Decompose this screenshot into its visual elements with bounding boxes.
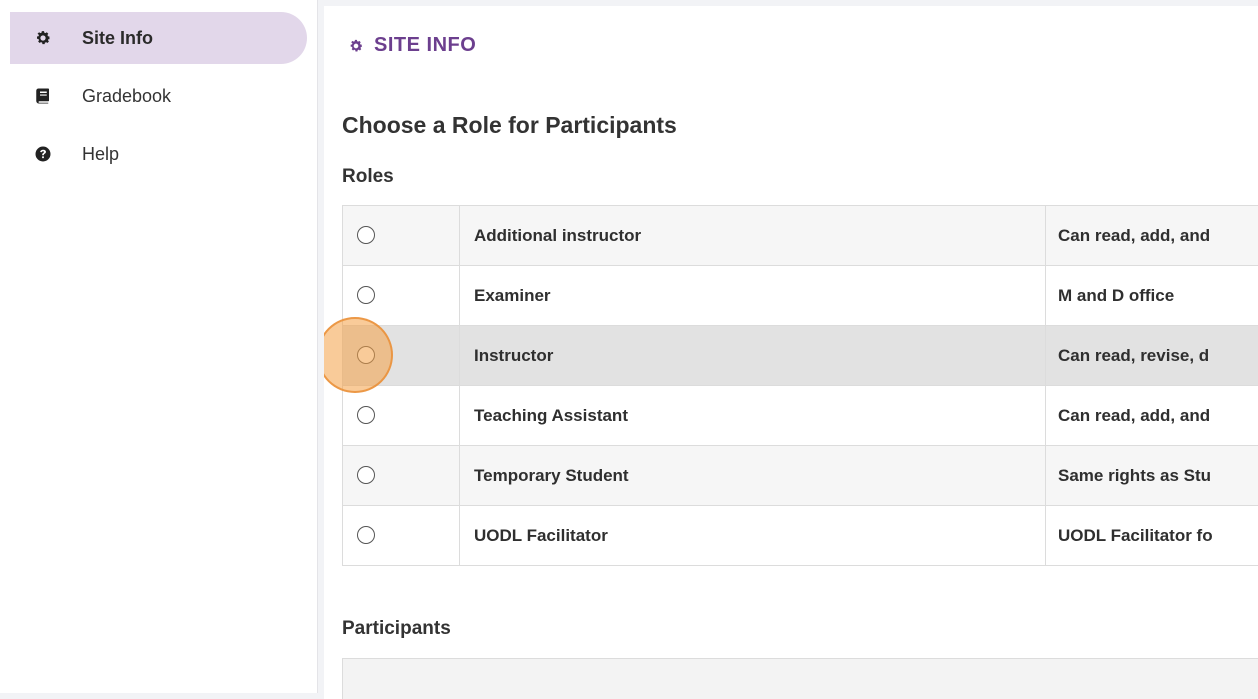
sidebar-item-label: Gradebook xyxy=(82,86,171,107)
main-content: SITE INFO Choose a Role for Participants… xyxy=(324,6,1258,699)
sidebar-item-gradebook[interactable]: Gradebook xyxy=(10,70,307,122)
role-name: Teaching Assistant xyxy=(460,386,1046,446)
role-radio-button[interactable] xyxy=(357,526,375,544)
table-row[interactable]: Examiner M and D office xyxy=(343,266,1258,326)
role-radio-button[interactable] xyxy=(357,286,375,304)
role-description: Can read, revise, d xyxy=(1046,326,1258,386)
roles-table: Additional instructor Can read, add, and… xyxy=(342,205,1258,566)
role-radio-button[interactable] xyxy=(357,406,375,424)
role-radio-button[interactable] xyxy=(357,226,375,244)
sidebar-item-site-info[interactable]: Site Info xyxy=(10,12,307,64)
table-row[interactable]: Teaching Assistant Can read, add, and xyxy=(343,386,1258,446)
role-name: Additional instructor xyxy=(460,206,1046,266)
table-row[interactable]: Additional instructor Can read, add, and xyxy=(343,206,1258,266)
page-title: SITE INFO xyxy=(348,34,476,57)
gear-icon xyxy=(348,38,364,54)
book-icon xyxy=(32,85,54,107)
role-name: UODL Facilitator xyxy=(460,506,1046,566)
sidebar-item-help[interactable]: Help xyxy=(10,128,307,180)
table-row[interactable]: Temporary Student Same rights as Stu xyxy=(343,446,1258,506)
role-name: Examiner xyxy=(460,266,1046,326)
gear-icon xyxy=(32,27,54,49)
role-radio-button[interactable] xyxy=(357,346,375,364)
roles-label: Roles xyxy=(342,166,394,188)
question-circle-icon xyxy=(32,143,54,165)
page-title-text: SITE INFO xyxy=(374,34,476,57)
role-description: Can read, add, and xyxy=(1046,386,1258,446)
role-description: Can read, add, and xyxy=(1046,206,1258,266)
sidebar-item-label: Help xyxy=(82,144,119,165)
table-row[interactable]: Instructor Can read, revise, d xyxy=(343,326,1258,386)
role-name: Temporary Student xyxy=(460,446,1046,506)
section-heading: Choose a Role for Participants xyxy=(342,112,677,139)
table-row[interactable]: UODL Facilitator UODL Facilitator fo xyxy=(343,506,1258,566)
role-description: Same rights as Stu xyxy=(1046,446,1258,506)
sidebar-item-label: Site Info xyxy=(82,28,153,49)
role-radio-button[interactable] xyxy=(357,466,375,484)
role-name: Instructor xyxy=(460,326,1046,386)
role-description: M and D office xyxy=(1046,266,1258,326)
role-description: UODL Facilitator fo xyxy=(1046,506,1258,566)
sidebar: Site Info Gradebook Help xyxy=(0,0,318,693)
participants-label: Participants xyxy=(342,618,451,640)
